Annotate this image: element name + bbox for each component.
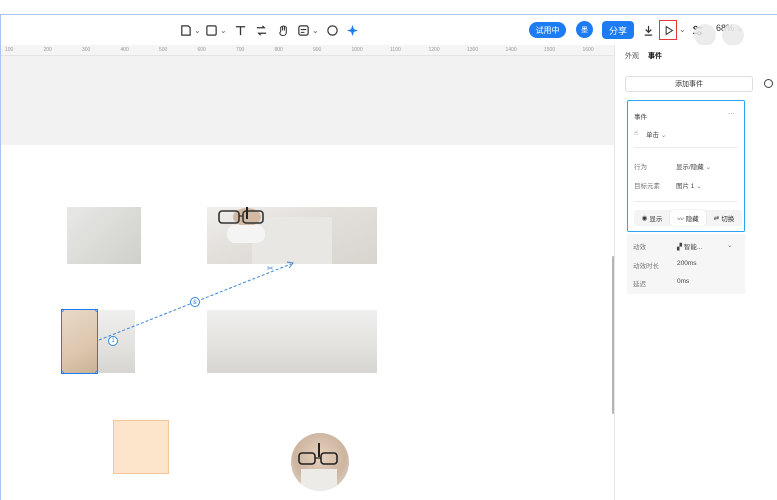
duration-label: 动效时长: [633, 263, 659, 270]
text-icon: [235, 25, 246, 35]
target-value: 图片 1: [676, 183, 695, 190]
ruler-tick: 1400: [505, 47, 517, 53]
note-icon: [298, 24, 309, 36]
ruler-tick: 400: [120, 47, 129, 53]
scissors-icon[interactable]: ✂: [267, 264, 274, 273]
chevron-down-icon: ⌄: [705, 164, 712, 171]
pointer-icon: ☝: [634, 130, 638, 137]
segment-hide-label: 隐藏: [685, 216, 699, 223]
brush-icon: ▞: [677, 244, 682, 251]
hand-tool[interactable]: [277, 22, 290, 38]
ruler-tick: 1000: [351, 47, 363, 53]
segment-hide[interactable]: 〰隐藏: [670, 210, 706, 226]
tab-events[interactable]: 事件: [648, 51, 662, 61]
delay-value[interactable]: 0ms: [677, 278, 689, 285]
more-icon[interactable]: ···: [728, 110, 735, 117]
ai-tool[interactable]: [346, 22, 359, 38]
ruler-tick: 800: [274, 47, 283, 53]
connector-start-badge[interactable]: 1: [108, 336, 118, 346]
chevron-down-icon[interactable]: ⌄: [727, 241, 732, 249]
eye-off-icon: 〰: [677, 216, 684, 223]
ruler-tick: 1600: [582, 47, 594, 53]
hand-icon: [279, 24, 287, 36]
trigger-select[interactable]: 单击 ⌄: [646, 129, 666, 139]
chevron-down-icon: ⌄: [696, 183, 702, 190]
chevron-down-icon: ⌄: [660, 132, 667, 139]
swap-icon: ⇄: [713, 215, 720, 222]
visibility-segmented-control: ◉ 显示 〰隐藏 ⇄ 切换: [634, 210, 742, 226]
segment-show[interactable]: ◉ 显示: [634, 210, 670, 226]
segment-toggle[interactable]: ⇄ 切换: [706, 210, 742, 226]
text-tool[interactable]: [234, 22, 247, 38]
connector-mid-badge[interactable]: ⑥: [190, 297, 200, 307]
gear-icon[interactable]: [764, 79, 773, 88]
divider: [634, 147, 738, 148]
action-value: 显示/隐藏: [676, 164, 704, 171]
top-toolbar: ⌄ ⌄ ⌄ 试用中 墨 分享 ⌄ 68% ⌄: [1, 15, 777, 45]
eye-icon: ◉: [641, 215, 648, 222]
ruler-tick: 100: [5, 47, 14, 53]
action-select[interactable]: 显示/隐藏 ⌄: [676, 161, 711, 171]
action-label: 行为: [634, 164, 647, 171]
chevron-down-icon: ⌄: [194, 25, 201, 35]
duration-value[interactable]: 200ms: [677, 260, 697, 267]
ruler-tick: 1100: [390, 47, 401, 53]
note-tool[interactable]: ⌄: [297, 22, 319, 38]
floating-control[interactable]: [694, 24, 716, 46]
ruler-tick: 300: [82, 47, 91, 53]
effect-label: 动效: [633, 244, 646, 251]
ruler-tick: 600: [197, 47, 206, 53]
animation-settings: 动效 ▞ 智能... ⌄ 动效时长 200ms 延迟 0ms: [627, 234, 745, 294]
play-button[interactable]: [659, 20, 677, 40]
target-select[interactable]: 图片 1 ⌄: [676, 180, 702, 190]
add-event-button[interactable]: 添加事件: [625, 76, 753, 92]
tab-appearance[interactable]: 外观: [625, 51, 639, 61]
ruler-tick: 200: [43, 47, 52, 53]
ruler-tick: 700: [236, 47, 245, 53]
connector-icon: [256, 24, 267, 36]
sparkle-icon: [346, 24, 359, 36]
chevron-down-icon[interactable]: ⌄: [679, 25, 686, 34]
frame-tool[interactable]: ⌄: [179, 22, 201, 38]
panel-tabs: 外观 事件: [625, 51, 662, 61]
share-button[interactable]: 分享: [602, 21, 634, 39]
download-button[interactable]: [642, 22, 655, 38]
delay-label: 延迟: [633, 281, 646, 288]
chevron-down-icon: ⌄: [312, 25, 319, 35]
connector-tool[interactable]: [255, 22, 268, 38]
shape-tool[interactable]: ⌄: [205, 22, 227, 38]
comment-tool[interactable]: [326, 22, 339, 38]
chevron-down-icon: ⌄: [220, 25, 227, 35]
horizontal-ruler: 100 200 300 400 500 600 700 800 900 1000 1100 1200 1…: [1, 45, 614, 56]
ruler-tick: 900: [313, 47, 322, 53]
floating-control[interactable]: [722, 24, 744, 46]
effect-value: 智能...: [683, 244, 703, 251]
effect-select[interactable]: ▞ 智能...: [677, 241, 702, 251]
ruler-tick: 1500: [544, 47, 556, 53]
design-canvas[interactable]: 1 ⑥ ✂: [1, 56, 614, 500]
trigger-value: 单击: [646, 132, 659, 139]
comment-icon: [327, 24, 338, 36]
segment-show-label: 显示: [649, 216, 663, 223]
frame-icon: [181, 24, 191, 36]
event-title: 事件: [634, 114, 647, 121]
target-label: 目标元素: [634, 183, 660, 190]
trial-badge[interactable]: 试用中: [529, 22, 566, 38]
segment-toggle-label: 切换: [721, 216, 735, 223]
download-icon: [644, 25, 653, 36]
ruler-tick: 1300: [467, 47, 479, 53]
event-card: 事件 ··· ☝ 单击 ⌄ 行为 显示/隐藏 ⌄ 目标元素 图片 1 ⌄ ◉ 显示…: [627, 100, 745, 232]
avatar[interactable]: 墨: [576, 21, 593, 38]
interaction-connector: [98, 261, 294, 341]
play-icon: [665, 25, 673, 35]
rectangle-icon: [206, 24, 217, 36]
ruler-tick: 500: [159, 47, 168, 53]
properties-panel: 外观 事件 添加事件 事件 ··· ☝ 单击 ⌄ 行为 显示/隐藏 ⌄ 目标元素…: [614, 45, 777, 500]
ruler-tick: 1200: [428, 47, 440, 53]
divider: [634, 201, 738, 202]
